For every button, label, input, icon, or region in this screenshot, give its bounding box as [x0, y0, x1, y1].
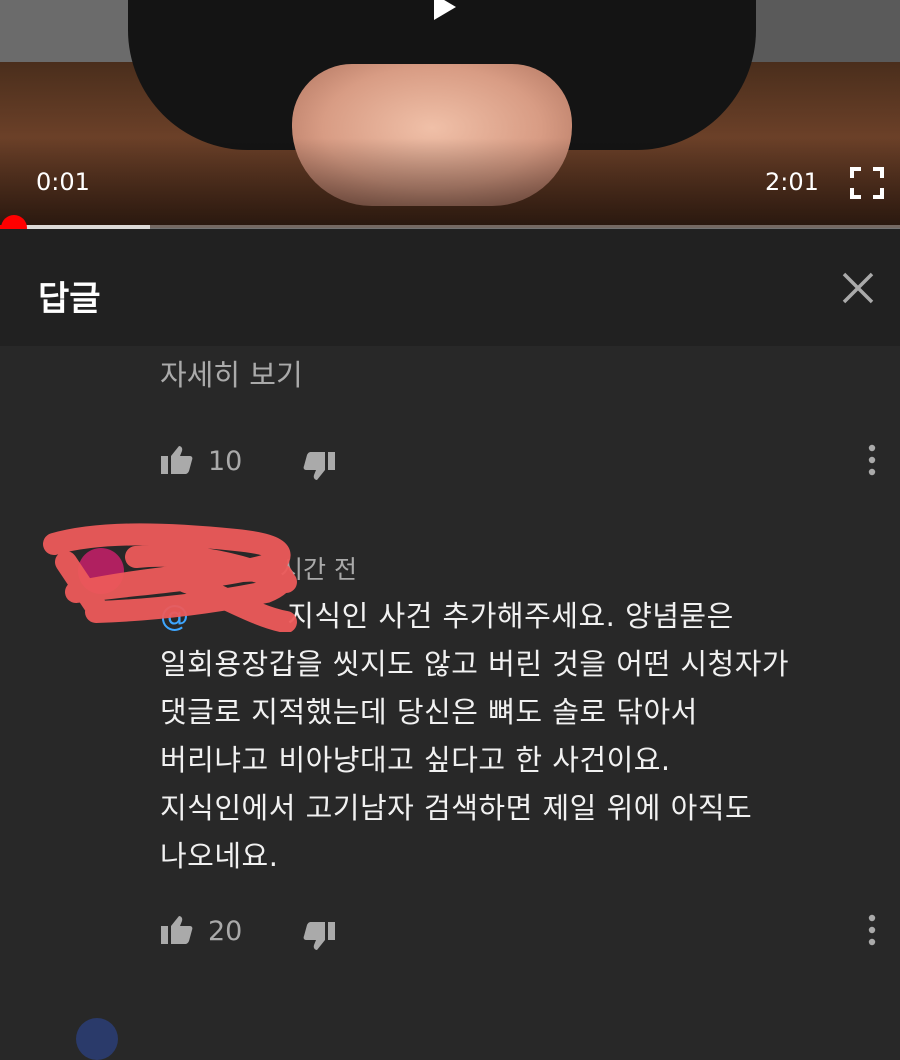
total-time: 2:01 [765, 168, 819, 196]
play-icon[interactable] [434, 0, 456, 20]
replies-title: 답글 [38, 279, 101, 319]
video-player[interactable]: 0:01 2:01 [0, 0, 900, 228]
more-vertical-icon[interactable] [864, 913, 880, 947]
read-more-link[interactable]: 자세히 보기 [160, 352, 303, 394]
more-vertical-icon[interactable] [864, 443, 880, 477]
current-time: 0:01 [36, 168, 90, 196]
like-count: 20 [208, 916, 243, 947]
thumbs-up-icon[interactable] [160, 443, 194, 477]
like-count: 10 [208, 446, 243, 477]
comment-body-text: 지식인 사건 추가해주세요. 양념묻은 일회용장갑을 씻지도 않고 버린 것을 … [160, 599, 790, 873]
comment-actions: 20 [160, 913, 890, 953]
close-icon[interactable] [840, 270, 876, 306]
redaction-scribble [43, 523, 297, 632]
thumbs-down-icon[interactable] [302, 449, 336, 483]
avatar[interactable] [76, 1018, 118, 1060]
comment-actions: 10 [160, 443, 890, 483]
thumbs-down-icon[interactable] [302, 919, 336, 953]
thumbs-up-icon[interactable] [160, 913, 194, 947]
comment-text: @ 지식인 사건 추가해주세요. 양념묻은 일회용장갑을 씻지도 않고 버린 것… [160, 592, 860, 880]
fullscreen-icon[interactable] [850, 167, 884, 199]
video-frame-wall [0, 0, 140, 70]
replies-header: 답글 [0, 229, 900, 346]
